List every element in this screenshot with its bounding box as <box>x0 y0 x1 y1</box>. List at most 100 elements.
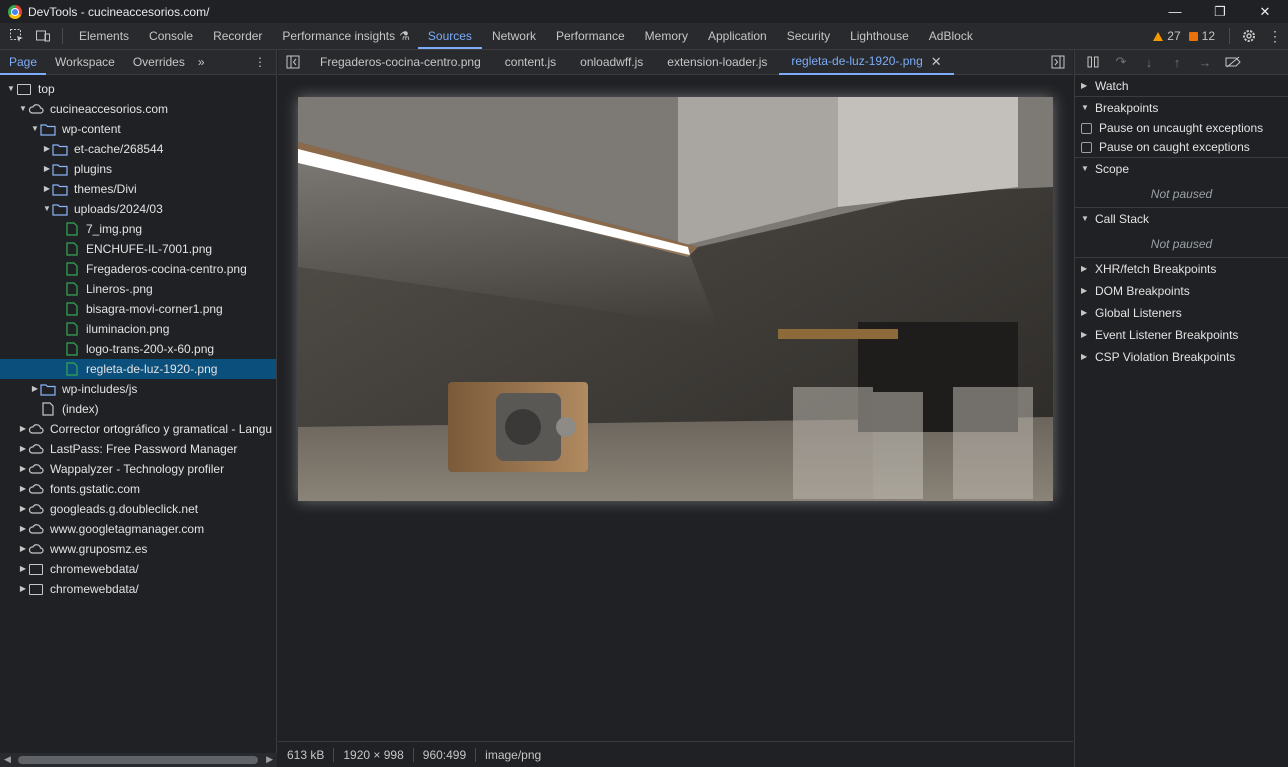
expand-arrow-icon[interactable]: ▶ <box>18 579 28 599</box>
breakpoints-section[interactable]: ▼ Breakpoints <box>1075 97 1288 119</box>
tree-item[interactable]: ▶ www.googletagmanager.com <box>0 519 276 539</box>
expand-arrow-icon[interactable]: ▶ <box>18 479 28 499</box>
tree-item[interactable]: iluminacion.png <box>0 319 276 339</box>
pause-caught-checkbox[interactable]: Pause on caught exceptions <box>1075 137 1288 158</box>
expand-arrow-icon[interactable]: ▶ <box>18 539 28 559</box>
editor-tab[interactable]: Fregaderos-cocina-centro.png <box>308 50 493 75</box>
expand-arrow-icon[interactable]: ▶ <box>18 439 28 459</box>
expand-arrow-icon[interactable]: ▶ <box>18 519 28 539</box>
watch-section[interactable]: ▶ Watch <box>1075 75 1288 97</box>
tab-sources[interactable]: Sources <box>417 23 482 49</box>
tree-item[interactable]: 7_img.png <box>0 219 276 239</box>
csp-violation-breakpoints-section[interactable]: ▶ CSP Violation Breakpoints <box>1075 346 1288 368</box>
global-listeners-section[interactable]: ▶ Global Listeners <box>1075 302 1288 324</box>
editor-tab[interactable]: extension-loader.js <box>655 50 779 75</box>
tab-performance-insights[interactable]: Performance insights <box>272 23 405 49</box>
tab-recorder[interactable]: Recorder <box>203 23 272 49</box>
tree-item[interactable]: ▶ www.gruposmz.es <box>0 539 276 559</box>
tab-console[interactable]: Console <box>139 23 203 49</box>
tree-item[interactable]: ▶ et-cache/268544 <box>0 139 276 159</box>
pause-uncaught-checkbox[interactable]: Pause on uncaught exceptions <box>1075 119 1288 137</box>
step-over-icon[interactable]: ↷ <box>1107 50 1135 74</box>
tree-item[interactable]: bisagra-movi-corner1.png <box>0 299 276 319</box>
expand-arrow-icon[interactable]: ▶ <box>42 179 52 199</box>
step-out-icon[interactable]: ↑ <box>1163 50 1191 74</box>
tab-memory[interactable]: Memory <box>635 23 698 49</box>
scroll-right-icon[interactable]: ▶ <box>266 754 273 765</box>
tree-item[interactable]: ▶ chromewebdata/ <box>0 559 276 579</box>
close-tab-icon[interactable]: ✕ <box>931 49 942 74</box>
scrollbar-thumb[interactable] <box>18 756 258 764</box>
tree-item[interactable]: ▼ uploads/2024/03 <box>0 199 276 219</box>
expand-arrow-icon[interactable]: ▶ <box>18 559 28 579</box>
tab-application[interactable]: Application <box>698 23 777 49</box>
editor-tab[interactable]: content.js <box>493 50 568 75</box>
collapse-arrow-icon[interactable]: ▼ <box>6 79 16 99</box>
tree-item[interactable]: ▶ googleads.g.doubleclick.net <box>0 499 276 519</box>
tree-item[interactable]: regleta-de-luz-1920-.png <box>0 359 276 379</box>
step-icon[interactable]: → <box>1191 50 1219 74</box>
tab-performance[interactable]: Performance <box>546 23 635 49</box>
tree-item[interactable]: ▶ fonts.gstatic.com <box>0 479 276 499</box>
tree-item[interactable]: ▶ LastPass: Free Password Manager <box>0 439 276 459</box>
scope-section[interactable]: ▼ Scope <box>1075 158 1288 180</box>
inspect-element-icon[interactable] <box>4 23 30 49</box>
scroll-left-icon[interactable]: ◀ <box>4 754 11 765</box>
tree-item[interactable]: ▶ chromewebdata/ <box>0 579 276 599</box>
tree-item[interactable]: Fregaderos-cocina-centro.png <box>0 259 276 279</box>
warnings-badge[interactable]: 27 <box>1153 29 1181 43</box>
tree-item[interactable]: logo-trans-200-x-60.png <box>0 339 276 359</box>
tree-item[interactable]: ▶ plugins <box>0 159 276 179</box>
close-window-button[interactable]: ✕ <box>1248 0 1282 23</box>
tab-page[interactable]: Page <box>0 50 47 75</box>
collapse-arrow-icon[interactable]: ▼ <box>42 199 52 219</box>
deactivate-breakpoints-icon[interactable] <box>1219 50 1247 74</box>
horizontal-scrollbar[interactable]: ◀ ▶ <box>0 753 277 767</box>
tree-item[interactable]: Lineros-.png <box>0 279 276 299</box>
collapse-arrow-icon[interactable]: ▼ <box>18 99 28 119</box>
tree-item[interactable]: ▶ themes/Divi <box>0 179 276 199</box>
tab-workspace[interactable]: Workspace <box>46 50 124 75</box>
tree-item[interactable]: (index) <box>0 399 276 419</box>
more-tabs-button[interactable]: » <box>194 50 209 75</box>
editor-tab[interactable]: regleta-de-luz-1920-.png ✕ <box>779 49 954 75</box>
tab-network[interactable]: Network <box>482 23 546 49</box>
errors-badge[interactable]: 12 <box>1188 29 1215 43</box>
expand-arrow-icon[interactable]: ▶ <box>42 139 52 159</box>
toggle-debugger-icon[interactable] <box>1043 49 1073 75</box>
call-stack-section[interactable]: ▼ Call Stack <box>1075 208 1288 230</box>
expand-arrow-icon[interactable]: ▶ <box>18 459 28 479</box>
collapse-arrow-icon[interactable]: ▼ <box>30 119 40 139</box>
tree-item[interactable]: ▶ wp-includes/js <box>0 379 276 399</box>
expand-arrow-icon[interactable]: ▶ <box>18 499 28 519</box>
tab-adblock[interactable]: AdBlock <box>919 23 983 49</box>
editor-tab[interactable]: onloadwff.js <box>568 50 655 75</box>
tree-item[interactable]: ▶ Wappalyzer - Technology profiler <box>0 459 276 479</box>
tree-item[interactable]: ▼ top <box>0 79 276 99</box>
tree-item[interactable]: ENCHUFE-IL-7001.png <box>0 239 276 259</box>
tree-item[interactable]: ▶ Corrector ortográfico y gramatical - La… <box>0 419 276 439</box>
more-options-icon[interactable]: ⋮ <box>1262 23 1288 49</box>
pause-icon[interactable] <box>1079 50 1107 74</box>
expand-arrow-icon[interactable]: ▶ <box>30 379 40 399</box>
tree-item[interactable]: ▼ cucineaccesorios.com <box>0 99 276 119</box>
restore-button[interactable]: ❐ <box>1203 0 1237 23</box>
event-listener-breakpoints-section[interactable]: ▶ Event Listener Breakpoints <box>1075 324 1288 346</box>
tab-lighthouse[interactable]: Lighthouse <box>840 23 919 49</box>
step-into-icon[interactable]: ↓ <box>1135 50 1163 74</box>
xhr-breakpoints-section[interactable]: ▶ XHR/fetch Breakpoints <box>1075 258 1288 280</box>
expand-arrow-icon[interactable]: ▶ <box>18 419 28 439</box>
checkbox-icon[interactable] <box>1081 122 1092 134</box>
dom-breakpoints-section[interactable]: ▶ DOM Breakpoints <box>1075 280 1288 302</box>
tab-security[interactable]: Security <box>777 23 840 49</box>
expand-arrow-icon[interactable]: ▶ <box>42 159 52 179</box>
device-toolbar-icon[interactable] <box>30 23 56 49</box>
tab-overrides[interactable]: Overrides <box>124 50 194 75</box>
minimize-button[interactable]: — <box>1158 0 1192 23</box>
navigator-menu-icon[interactable]: ⋮ <box>245 50 276 75</box>
toggle-navigator-icon[interactable] <box>278 49 308 75</box>
tree-item[interactable]: ▼ wp-content <box>0 119 276 139</box>
tab-elements[interactable]: Elements <box>69 23 139 49</box>
settings-gear-icon[interactable] <box>1236 23 1262 49</box>
checkbox-icon[interactable] <box>1081 141 1092 153</box>
